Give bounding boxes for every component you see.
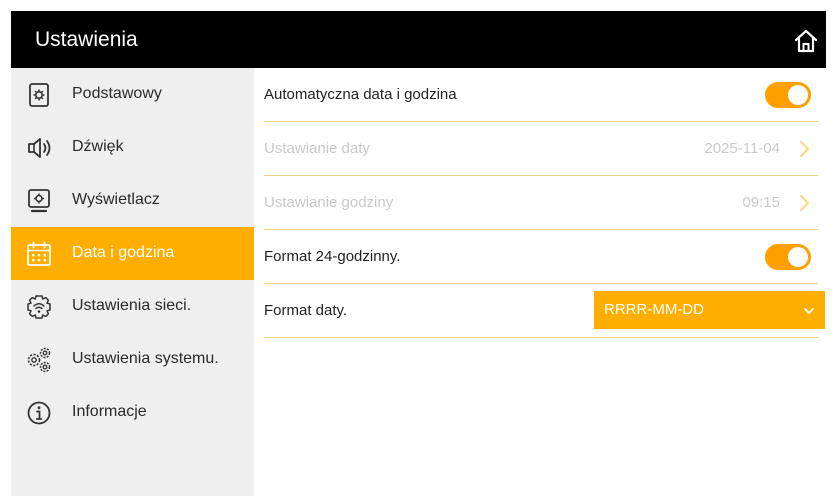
settings-window: Ustawienia Podstawowy Dźwięk Wyświetlacz… <box>11 11 826 496</box>
auto-datetime-toggle[interactable] <box>765 82 811 108</box>
sidebar-item-ustawienia-systemu[interactable]: Ustawienia systemu. <box>11 333 254 386</box>
sidebar-item-informacje[interactable]: Informacje <box>11 386 254 439</box>
chevron-down-icon <box>803 303 815 314</box>
page-title: Ustawienia <box>35 28 138 51</box>
home-icon[interactable] <box>792 27 820 55</box>
date-setting-row[interactable]: Ustawianie daty 2025-11-04 <box>264 122 818 176</box>
sidebar-item-label: Ustawienia systemu. <box>72 350 219 367</box>
display-icon <box>25 187 53 215</box>
chevron-right-icon <box>798 139 812 159</box>
auto-datetime-row: Automatyczna data i godzina <box>264 68 818 122</box>
chevron-right-icon <box>798 193 812 213</box>
sidebar-item-label: Wyświetlacz <box>72 191 160 208</box>
sidebar-item-data-i-godzina[interactable]: Data i godzina <box>11 227 254 280</box>
system-settings-icon <box>25 346 53 374</box>
date-format-selected-value: RRRR-MM-DD <box>604 301 704 318</box>
date-format-label: Format daty. <box>264 302 348 319</box>
format-24h-toggle[interactable] <box>765 244 811 270</box>
auto-datetime-label: Automatyczna data i godzina <box>264 86 457 103</box>
info-icon <box>25 399 53 427</box>
date-format-select[interactable]: RRRR-MM-DD <box>594 291 825 329</box>
format-24h-label: Format 24-godzinny. <box>264 248 401 265</box>
speaker-icon <box>25 134 53 162</box>
basic-settings-icon <box>25 81 53 109</box>
sidebar-item-podstawowy[interactable]: Podstawowy <box>11 68 254 121</box>
time-setting-row[interactable]: Ustawianie godziny 09:15 <box>264 176 818 230</box>
network-settings-icon <box>25 293 53 321</box>
header-bar: Ustawienia <box>11 11 826 68</box>
sidebar-item-label: Informacje <box>72 403 147 420</box>
date-format-row: Format daty. RRRR-MM-DD <box>264 284 825 338</box>
datetime-settings-panel: Automatyczna data i godzina Ustawianie d… <box>254 68 826 496</box>
date-value: 2025-11-04 <box>704 140 780 157</box>
calendar-icon <box>25 240 53 268</box>
time-setting-label: Ustawianie godziny <box>264 194 394 211</box>
sidebar-item-label: Dźwięk <box>72 138 124 155</box>
time-value: 09:15 <box>742 194 780 211</box>
sidebar-item-ustawienia-sieci[interactable]: Ustawienia sieci. <box>11 280 254 333</box>
toggle-knob <box>788 85 808 105</box>
sidebar: Podstawowy Dźwięk Wyświetlacz Data i god… <box>11 68 254 496</box>
sidebar-item-dzwiek[interactable]: Dźwięk <box>11 121 254 174</box>
sidebar-item-label: Podstawowy <box>72 85 162 102</box>
sidebar-item-label: Ustawienia sieci. <box>72 297 192 314</box>
format-24h-row: Format 24-godzinny. <box>264 230 818 284</box>
sidebar-item-label: Data i godzina <box>72 244 175 261</box>
sidebar-item-wyswietlacz[interactable]: Wyświetlacz <box>11 174 254 227</box>
date-setting-label: Ustawianie daty <box>264 140 370 157</box>
toggle-knob <box>788 247 808 267</box>
